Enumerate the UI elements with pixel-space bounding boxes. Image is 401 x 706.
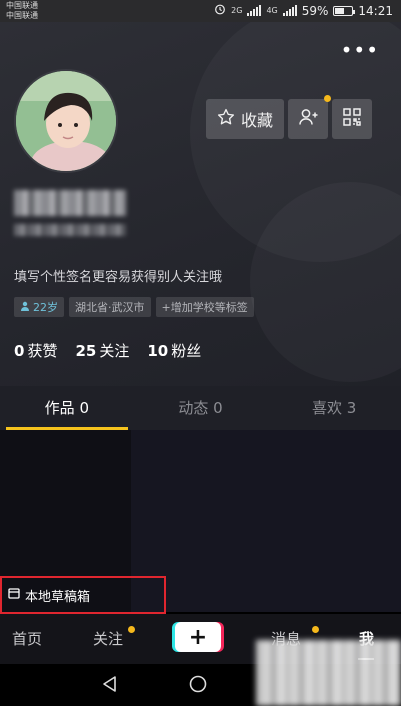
carrier-info: 中国联通 中国联通: [6, 1, 38, 21]
bio-text[interactable]: 填写个性签名更容易获得别人关注哦: [14, 266, 222, 285]
carrier-2: 中国联通: [6, 11, 38, 20]
add-user-icon: [298, 107, 318, 131]
signal-bars-1-icon: [247, 5, 262, 16]
user-id-blurred: [14, 224, 126, 236]
stat-likes[interactable]: 0 获赞: [14, 340, 57, 361]
status-bar: 中国联通 中国联通 2G 4G 59% 14:21: [0, 0, 401, 22]
local-drafts-label: 本地草稿箱: [25, 589, 91, 605]
person-icon: [20, 301, 30, 314]
qr-code-button[interactable]: [332, 99, 372, 139]
battery-percent: 59%: [301, 3, 329, 18]
favorite-button[interactable]: 收藏: [206, 99, 284, 139]
stat-followers[interactable]: 10 粉丝: [147, 340, 201, 361]
follow-notification-dot: [128, 626, 135, 633]
local-drafts-button[interactable]: 本地草稿箱: [0, 576, 166, 614]
nav-home[interactable]: 首页: [12, 628, 42, 649]
qr-code-icon: [342, 107, 362, 131]
watermark-blurred: [256, 640, 401, 706]
battery-icon: [333, 5, 356, 16]
carrier-1: 中国联通: [6, 1, 38, 10]
tab-works[interactable]: 作品 0: [0, 386, 134, 430]
profile-header: ••• 收藏 填写个性签名更容易获得别人关注哦 22岁 湖北省·武汉市 +增加学…: [0, 22, 401, 430]
status-indicators: 2G 4G 59% 14:21: [214, 3, 393, 18]
drafts-box-icon: [8, 587, 20, 603]
stat-following[interactable]: 25 关注: [75, 340, 129, 361]
notification-dot: [324, 95, 331, 102]
tag-age: 22岁: [14, 297, 64, 317]
home-circle-icon[interactable]: [188, 674, 208, 698]
tab-activity[interactable]: 动态 0: [134, 386, 268, 430]
messages-notification-dot: [312, 626, 319, 633]
alarm-icon: [214, 3, 226, 18]
add-school-tag-button[interactable]: +增加学校等标签: [155, 297, 254, 317]
avatar[interactable]: [14, 69, 118, 173]
favorite-label: 收藏: [240, 111, 273, 130]
username-blurred: [14, 190, 126, 216]
network-type-1: 2G: [231, 6, 243, 15]
more-options-button[interactable]: •••: [341, 40, 379, 60]
nav-follow[interactable]: 关注: [93, 628, 123, 649]
signal-bars-2-icon: [282, 5, 297, 16]
profile-tabs: 作品 0 动态 0 喜欢 3: [0, 386, 401, 430]
add-friend-button[interactable]: [288, 95, 331, 139]
tag-age-label: 22岁: [33, 301, 58, 314]
back-icon[interactable]: [100, 674, 120, 698]
tab-likes[interactable]: 喜欢 3: [267, 386, 401, 430]
network-type-2: 4G: [266, 6, 278, 15]
profile-stats: 0 获赞 25 关注 10 粉丝: [14, 340, 201, 361]
clock: 14:21: [358, 3, 393, 18]
profile-tags: 22岁 湖北省·武汉市 +增加学校等标签: [14, 297, 254, 317]
star-icon: [217, 108, 235, 130]
tag-location: 湖北省·武汉市: [69, 297, 151, 317]
create-video-button[interactable]: +: [175, 622, 221, 652]
